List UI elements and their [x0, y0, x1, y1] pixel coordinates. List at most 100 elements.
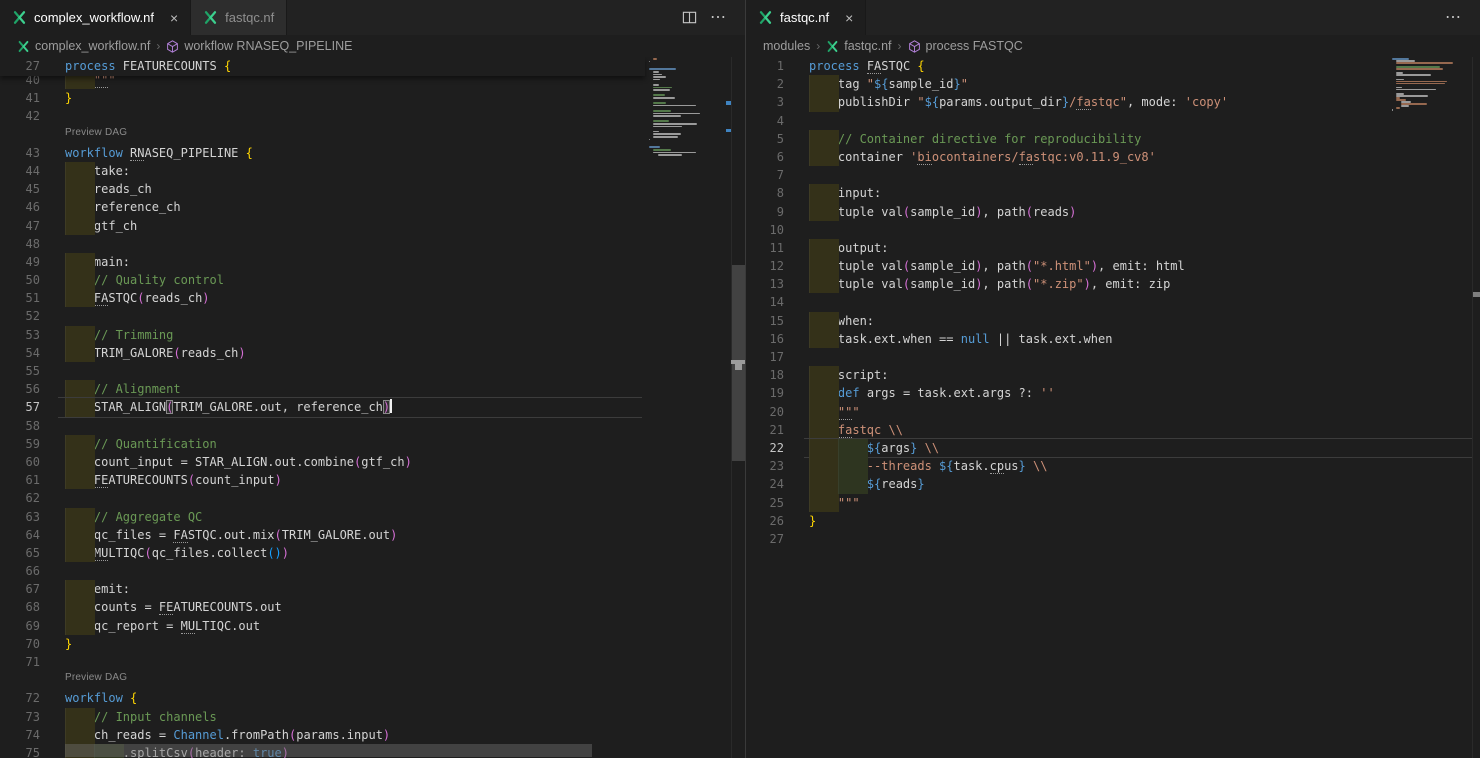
code-line[interactable]: 2 tag "${sample_id}" — [746, 75, 1480, 93]
code-line[interactable]: 11 output: — [746, 239, 1480, 257]
code-line[interactable]: 18 script: — [746, 366, 1480, 384]
line-number[interactable]: 3 — [746, 93, 784, 111]
code-line[interactable]: 65 MULTIQC(qc_files.collect()) — [0, 544, 745, 562]
line-number[interactable]: 2 — [746, 75, 784, 93]
breadcrumb-symbol[interactable]: workflow RNASEQ_PIPELINE — [166, 39, 352, 53]
tab-complex-workflow[interactable]: complex_workflow.nf × — [0, 0, 191, 35]
code-line[interactable]: 74 ch_reads = Channel.fromPath(params.in… — [0, 726, 745, 744]
code-line[interactable]: 47 gtf_ch — [0, 217, 745, 235]
code-line[interactable]: 70} — [0, 635, 745, 653]
line-number[interactable]: 66 — [0, 562, 40, 580]
code-line[interactable]: 62 — [0, 489, 745, 507]
code-line[interactable]: 15 when: — [746, 312, 1480, 330]
code-line[interactable]: 10 — [746, 221, 1480, 239]
line-number[interactable]: 51 — [0, 289, 40, 307]
line-number[interactable]: 71 — [0, 653, 40, 671]
line-number[interactable]: 23 — [746, 457, 784, 475]
line-number[interactable]: 24 — [746, 475, 784, 493]
code-line[interactable]: 20 """ — [746, 403, 1480, 421]
line-number[interactable]: 43 — [0, 144, 40, 162]
line-number[interactable]: 42 — [0, 107, 40, 125]
code-line[interactable]: 52 — [0, 307, 745, 325]
code-line[interactable]: 5 // Container directive for reproducibi… — [746, 130, 1480, 148]
code-line[interactable]: 72workflow { — [0, 689, 745, 707]
code-line[interactable]: 73 // Input channels — [0, 708, 745, 726]
code-line[interactable]: 66 — [0, 562, 745, 580]
line-number[interactable]: 7 — [746, 166, 784, 184]
vertical-scrollbar-right[interactable] — [1472, 57, 1480, 758]
line-number[interactable]: 22 — [746, 439, 784, 457]
code-line[interactable]: 44 take: — [0, 162, 745, 180]
line-number[interactable]: 67 — [0, 580, 40, 598]
more-actions-icon[interactable]: ⋯ — [1445, 13, 1462, 23]
line-number[interactable]: 1 — [746, 57, 784, 75]
close-icon[interactable]: × — [845, 11, 853, 25]
breadcrumb-file[interactable]: fastqc.nf — [826, 39, 891, 53]
code-line[interactable]: 68 counts = FEATURECOUNTS.out — [0, 598, 745, 616]
code-line[interactable]: 51 FASTQC(reads_ch) — [0, 289, 745, 307]
line-number[interactable]: 75 — [0, 744, 40, 758]
code-line[interactable]: 48 — [0, 235, 745, 253]
line-number[interactable]: 17 — [746, 348, 784, 366]
horizontal-scrollbar-left[interactable] — [65, 744, 592, 757]
more-actions-icon[interactable]: ⋯ — [710, 13, 727, 23]
line-number[interactable]: 54 — [0, 344, 40, 362]
line-number[interactable]: 44 — [0, 162, 40, 180]
line-number[interactable]: 11 — [746, 239, 784, 257]
close-icon[interactable]: × — [170, 11, 178, 25]
minimap-left[interactable] — [645, 57, 731, 758]
line-number[interactable]: 64 — [0, 526, 40, 544]
code-line[interactable]: 16 task.ext.when == null || task.ext.whe… — [746, 330, 1480, 348]
line-number[interactable]: 5 — [746, 130, 784, 148]
code-line[interactable]: 49 main: — [0, 253, 745, 271]
line-number[interactable]: 9 — [746, 203, 784, 221]
code-line[interactable]: 59 // Quantification — [0, 435, 745, 453]
sticky-scroll-line[interactable]: 27process FEATURECOUNTS { — [0, 57, 645, 76]
code-line[interactable]: 57 STAR_ALIGN(TRIM_GALORE.out, reference… — [0, 398, 745, 416]
line-number[interactable]: 73 — [0, 708, 40, 726]
code-line[interactable]: 6 container 'biocontainers/fastqc:v0.11.… — [746, 148, 1480, 166]
code-line[interactable]: 27 — [746, 530, 1480, 548]
line-number[interactable]: 53 — [0, 326, 40, 344]
line-number[interactable]: 4 — [746, 112, 784, 130]
code-line[interactable]: 41} — [0, 89, 745, 107]
line-number[interactable]: 55 — [0, 362, 40, 380]
code-line[interactable]: 56 // Alignment — [0, 380, 745, 398]
code-line[interactable]: 13 tuple val(sample_id), path("*.zip"), … — [746, 275, 1480, 293]
line-number[interactable]: 46 — [0, 198, 40, 216]
code-line[interactable]: 8 input: — [746, 184, 1480, 202]
line-number[interactable]: 72 — [0, 689, 40, 707]
code-line[interactable]: 53 // Trimming — [0, 326, 745, 344]
code-line[interactable]: 67 emit: — [0, 580, 745, 598]
line-number[interactable]: 8 — [746, 184, 784, 202]
line-number[interactable]: 68 — [0, 598, 40, 616]
line-number[interactable]: 27 — [746, 530, 784, 548]
line-number[interactable]: 65 — [0, 544, 40, 562]
code-line[interactable]: 9 tuple val(sample_id), path(reads) — [746, 203, 1480, 221]
breadcrumb-symbol[interactable]: process FASTQC — [908, 39, 1023, 53]
code-line[interactable]: 63 // Aggregate QC — [0, 508, 745, 526]
codelens-link[interactable]: Preview DAG — [65, 669, 127, 687]
line-number[interactable]: 60 — [0, 453, 40, 471]
line-number[interactable]: 63 — [0, 508, 40, 526]
code-line[interactable]: 1process FASTQC { — [746, 57, 1480, 75]
code-line[interactable]: 3 publishDir "${params.output_dir}/fastq… — [746, 93, 1480, 111]
line-number[interactable]: 58 — [0, 417, 40, 435]
line-number[interactable]: 20 — [746, 403, 784, 421]
line-number[interactable]: 6 — [746, 148, 784, 166]
tab-fastqc-left[interactable]: fastqc.nf — [191, 0, 287, 35]
code-line[interactable]: 45 reads_ch — [0, 180, 745, 198]
code-line[interactable]: 23 --threads ${task.cpus} \\ — [746, 457, 1480, 475]
line-number[interactable]: 50 — [0, 271, 40, 289]
codelens-row[interactable]: Preview DAG — [0, 126, 745, 144]
split-editor-icon[interactable] — [682, 10, 697, 25]
code-line[interactable]: 55 — [0, 362, 745, 380]
line-number[interactable]: 41 — [0, 89, 40, 107]
code-line[interactable]: 19 def args = task.ext.args ?: '' — [746, 384, 1480, 402]
line-number[interactable]: 19 — [746, 384, 784, 402]
code-line[interactable]: 4 — [746, 112, 1480, 130]
line-number[interactable]: 18 — [746, 366, 784, 384]
code-line[interactable]: 14 — [746, 293, 1480, 311]
breadcrumb-folder[interactable]: modules — [763, 39, 810, 53]
code-line[interactable]: 12 tuple val(sample_id), path("*.html"),… — [746, 257, 1480, 275]
